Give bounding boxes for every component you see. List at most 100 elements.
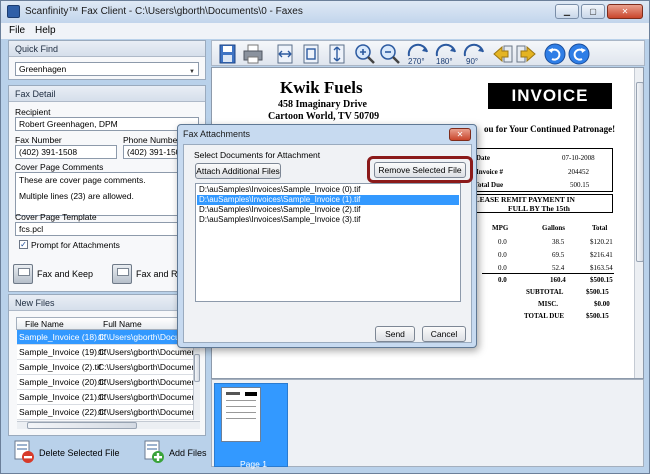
dialog-title: Fax Attachments bbox=[183, 129, 251, 139]
subtotal-value: $500.15 bbox=[586, 288, 609, 296]
fax-and-keep-button[interactable]: Fax and Keep bbox=[13, 264, 93, 284]
fit-height-icon[interactable] bbox=[326, 43, 348, 65]
attachment-list[interactable]: D:\auSamples\Invoices\Sample_Invoice (0)… bbox=[195, 183, 461, 302]
fax-machine-icon bbox=[112, 264, 132, 284]
file-row[interactable]: Sample_Invoice (2).tif C:\Users\gborth\Do… bbox=[17, 360, 193, 375]
viewer-vscrollbar[interactable] bbox=[634, 68, 643, 378]
save-icon[interactable] bbox=[217, 43, 239, 65]
line-gallons: 38.5 bbox=[552, 238, 565, 246]
prompt-label: Prompt for Attachments bbox=[31, 240, 120, 250]
col-gallons: Gallons bbox=[542, 224, 565, 232]
date-label: Date bbox=[476, 154, 490, 162]
print-icon[interactable] bbox=[242, 43, 264, 65]
file-name: Sample_Invoice (22).tif bbox=[19, 407, 106, 417]
next-page-icon[interactable] bbox=[515, 43, 537, 65]
line-mpg: 0.0 bbox=[498, 238, 507, 246]
recipient-field[interactable]: Robert Greenhagen, DPM bbox=[15, 117, 199, 131]
zoom-out-icon[interactable] bbox=[379, 43, 401, 65]
fax-and-remove-label: Fax and Re bbox=[136, 269, 183, 279]
file-row[interactable]: Sample_Invoice (19).tif C:\Users\gborth\D… bbox=[17, 345, 193, 360]
close-window-button[interactable]: ✕ bbox=[607, 4, 643, 19]
file-row[interactable]: Sample_Invoice (22).tif C:\Users\gborth\D… bbox=[17, 405, 193, 420]
menu-file[interactable]: File bbox=[9, 25, 25, 36]
quick-find-value: Greenhagen bbox=[19, 64, 67, 74]
attachment-item[interactable]: D:\auSamples\Invoices\Sample_Invoice (2)… bbox=[197, 205, 459, 215]
page-thumbnail-label: Page 1 bbox=[240, 459, 267, 469]
menu-bar: File Help bbox=[1, 23, 649, 39]
col-mpg: MPG bbox=[492, 224, 509, 232]
line-gallons: 160.4 bbox=[550, 276, 566, 284]
rotate-180-icon[interactable]: 180° bbox=[434, 43, 460, 66]
col-full-name[interactable]: Full Name bbox=[103, 319, 142, 329]
fax-number-field[interactable]: (402) 391-1508 bbox=[15, 145, 117, 159]
delete-file-icon bbox=[13, 440, 35, 466]
add-files-button[interactable]: Add Files bbox=[143, 440, 207, 466]
scroll-thumb[interactable] bbox=[636, 82, 643, 262]
redo-icon[interactable] bbox=[568, 43, 590, 65]
line-mpg: 0.0 bbox=[498, 264, 507, 272]
undo-icon[interactable] bbox=[544, 43, 566, 65]
attachment-item[interactable]: D:\auSamples\Invoices\Sample_Invoice (3)… bbox=[197, 215, 459, 225]
invoice-number-label: Invoice # bbox=[476, 168, 504, 176]
menu-help[interactable]: Help bbox=[35, 25, 56, 36]
attachment-item[interactable]: D:\auSamples\Invoices\Sample_Invoice (1)… bbox=[197, 195, 459, 205]
remit-line-2: FULL BY The 15th bbox=[508, 204, 570, 213]
file-row[interactable]: Sample_Invoice (18).tif C:\Users\gborth\D… bbox=[17, 330, 193, 345]
file-row[interactable]: Sample_Invoice (21).tif C:\Users\gborth\D… bbox=[17, 390, 193, 405]
comments-textarea[interactable]: These are cover page comments. Multiple … bbox=[15, 172, 199, 216]
file-list-hscrollbar[interactable] bbox=[17, 421, 200, 429]
fax-machine-icon bbox=[13, 264, 33, 284]
fax-client-window: Scanfinity™ Fax Client - C:\Users\gborth… bbox=[0, 0, 650, 474]
invoice-company: Kwik Fuels bbox=[280, 78, 363, 97]
file-name: Sample_Invoice (2).tif bbox=[19, 362, 102, 372]
scroll-thumb[interactable] bbox=[27, 422, 137, 429]
file-name: Sample_Invoice (21).tif bbox=[19, 392, 106, 402]
cancel-button[interactable]: Cancel bbox=[422, 326, 466, 342]
zoom-in-icon[interactable] bbox=[354, 43, 376, 65]
remove-selected-file-button[interactable]: Remove Selected File bbox=[374, 162, 466, 178]
totals-divider bbox=[482, 273, 614, 274]
previous-page-icon[interactable] bbox=[492, 43, 514, 65]
fax-and-remove-button[interactable]: Fax and Re bbox=[112, 264, 183, 284]
template-label: Cover Page Template bbox=[15, 212, 97, 222]
line-gallons: 52.4 bbox=[552, 264, 565, 272]
rotate-90-icon[interactable]: 90° bbox=[462, 43, 486, 66]
fit-page-icon[interactable] bbox=[300, 43, 322, 65]
delete-file-button[interactable]: Delete Selected File bbox=[13, 440, 120, 466]
recipient-label: Recipient bbox=[15, 107, 51, 117]
delete-file-label: Delete Selected File bbox=[39, 448, 120, 458]
app-icon bbox=[7, 5, 20, 18]
quick-find-dropdown[interactable]: Greenhagen ▼ bbox=[15, 62, 199, 76]
line-total: $163.54 bbox=[590, 264, 613, 272]
minimize-button[interactable]: ▁ bbox=[555, 4, 579, 19]
window-title: Scanfinity™ Fax Client - C:\Users\gborth… bbox=[25, 6, 303, 17]
file-name: Sample_Invoice (19).tif bbox=[19, 347, 106, 357]
fit-width-icon[interactable] bbox=[274, 43, 296, 65]
new-files-header: New Files bbox=[9, 295, 205, 311]
close-icon[interactable]: ✕ bbox=[449, 128, 471, 141]
invoice-address-1: 458 Imaginary Drive bbox=[278, 99, 367, 110]
attachment-item[interactable]: D:\auSamples\Invoices\Sample_Invoice (0)… bbox=[197, 185, 459, 195]
comments-line-1: These are cover page comments. bbox=[19, 175, 146, 185]
file-path: C:\Users\gborth\Documents bbox=[98, 362, 193, 372]
col-file-name[interactable]: File Name bbox=[25, 319, 64, 329]
misc-value: $0.00 bbox=[594, 300, 610, 308]
file-name: Sample_Invoice (18).tif bbox=[19, 332, 106, 342]
attach-files-button[interactable]: Attach Additional Files bbox=[195, 163, 281, 179]
page-thumbnail[interactable]: Page 1 bbox=[214, 383, 288, 469]
quick-find-header: Quick Find bbox=[9, 41, 205, 57]
template-field[interactable]: fcs.pcl bbox=[15, 222, 199, 236]
title-bar: Scanfinity™ Fax Client - C:\Users\gborth… bbox=[1, 1, 649, 23]
prompt-checkbox[interactable]: ✓ bbox=[19, 240, 28, 249]
scroll-thumb[interactable] bbox=[194, 354, 200, 382]
rotate-270-icon[interactable]: 270° bbox=[406, 43, 432, 66]
send-button[interactable]: Send bbox=[375, 326, 415, 342]
total-due-value: 500.15 bbox=[570, 181, 590, 189]
file-row[interactable]: Sample_Invoice (20).tif C:\Users\gborth\D… bbox=[17, 375, 193, 390]
viewer-toolbar: 270° 180° 90° bbox=[211, 40, 645, 66]
fax-and-keep-label: Fax and Keep bbox=[37, 269, 94, 279]
add-files-label: Add Files bbox=[169, 448, 207, 458]
thumbnail-strip: Page 1 bbox=[211, 379, 644, 469]
maximize-button[interactable]: ▢ bbox=[581, 4, 605, 19]
total-due-row-value: $500.15 bbox=[586, 312, 609, 320]
